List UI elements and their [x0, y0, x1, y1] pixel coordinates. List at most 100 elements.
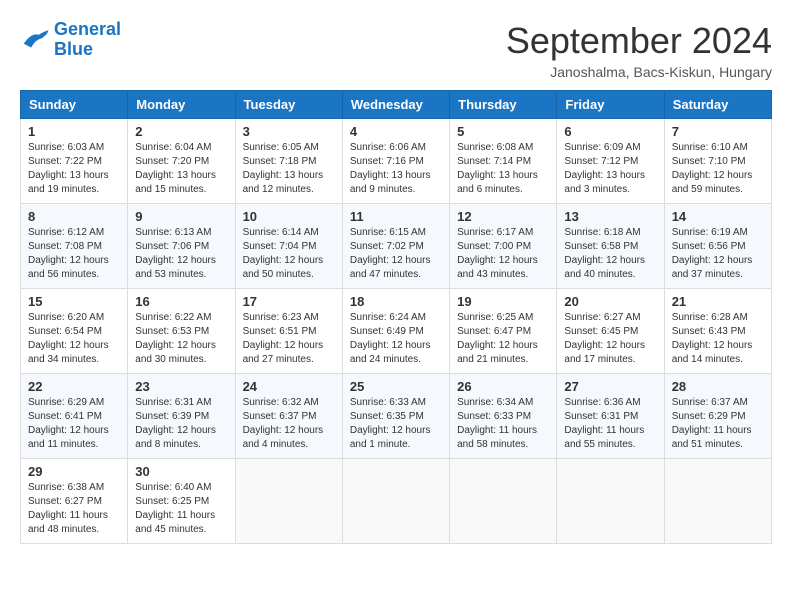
weekday-header-row: SundayMondayTuesdayWednesdayThursdayFrid… [21, 91, 772, 119]
day-info: Sunrise: 6:12 AM Sunset: 7:08 PM Dayligh… [28, 226, 120, 282]
week-row-1: 1 Sunrise: 6:03 AM Sunset: 7:22 PM Daylig… [21, 119, 772, 204]
weekday-header-friday: Friday [557, 91, 664, 119]
month-title: September 2024 [506, 20, 772, 62]
day-cell-1: 1 Sunrise: 6:03 AM Sunset: 7:22 PM Daylig… [21, 119, 128, 204]
day-cell-28: 28Sunrise: 6:37 AM Sunset: 6:29 PM Dayli… [664, 374, 771, 459]
day-number: 14 [672, 209, 764, 224]
day-number: 23 [135, 379, 227, 394]
day-info: Sunrise: 6:27 AM Sunset: 6:45 PM Dayligh… [564, 311, 656, 367]
day-info: Sunrise: 6:19 AM Sunset: 6:56 PM Dayligh… [672, 226, 764, 282]
empty-cell [557, 459, 664, 544]
weekday-header-tuesday: Tuesday [235, 91, 342, 119]
day-cell-3: 3 Sunrise: 6:05 AM Sunset: 7:18 PM Daylig… [235, 119, 342, 204]
day-info: Sunrise: 6:05 AM Sunset: 7:18 PM Dayligh… [243, 141, 335, 197]
day-info: Sunrise: 6:10 AM Sunset: 7:10 PM Dayligh… [672, 141, 764, 197]
day-info: Sunrise: 6:28 AM Sunset: 6:43 PM Dayligh… [672, 311, 764, 367]
day-cell-30: 30 Sunrise: 6:40 AM Sunset: 6:25 PM Dayli… [128, 459, 235, 544]
weekday-header-wednesday: Wednesday [342, 91, 449, 119]
day-info: Sunrise: 6:06 AM Sunset: 7:16 PM Dayligh… [350, 141, 442, 197]
day-cell-7: 7 Sunrise: 6:10 AM Sunset: 7:10 PM Daylig… [664, 119, 771, 204]
title-block: September 2024 Janoshalma, Bacs-Kiskun, … [506, 20, 772, 80]
day-number: 22 [28, 379, 120, 394]
weekday-header-thursday: Thursday [450, 91, 557, 119]
day-info: Sunrise: 6:31 AM Sunset: 6:39 PM Dayligh… [135, 396, 227, 452]
day-number: 2 [135, 124, 227, 139]
day-cell-16: 16 Sunrise: 6:22 AM Sunset: 6:53 PM Dayli… [128, 289, 235, 374]
logo: General Blue [20, 20, 121, 60]
day-number: 24 [243, 379, 335, 394]
day-cell-20: 20 Sunrise: 6:27 AM Sunset: 6:45 PM Dayli… [557, 289, 664, 374]
calendar-table: SundayMondayTuesdayWednesdayThursdayFrid… [20, 90, 772, 544]
day-cell-12: 12Sunrise: 6:17 AM Sunset: 7:00 PM Dayli… [450, 204, 557, 289]
day-number: 1 [28, 124, 120, 139]
day-cell-18: 18 Sunrise: 6:24 AM Sunset: 6:49 PM Dayli… [342, 289, 449, 374]
day-number: 12 [457, 209, 549, 224]
day-cell-15: 15 Sunrise: 6:20 AM Sunset: 6:54 PM Dayli… [21, 289, 128, 374]
day-info: Sunrise: 6:13 AM Sunset: 7:06 PM Dayligh… [135, 226, 227, 282]
week-row-3: 15 Sunrise: 6:20 AM Sunset: 6:54 PM Dayli… [21, 289, 772, 374]
day-number: 20 [564, 294, 656, 309]
day-info: Sunrise: 6:20 AM Sunset: 6:54 PM Dayligh… [28, 311, 120, 367]
day-info: Sunrise: 6:29 AM Sunset: 6:41 PM Dayligh… [28, 396, 120, 452]
day-number: 17 [243, 294, 335, 309]
day-cell-21: 21 Sunrise: 6:28 AM Sunset: 6:43 PM Dayli… [664, 289, 771, 374]
day-number: 26 [457, 379, 549, 394]
day-info: Sunrise: 6:09 AM Sunset: 7:12 PM Dayligh… [564, 141, 656, 197]
day-number: 5 [457, 124, 549, 139]
day-info: Sunrise: 6:36 AM Sunset: 6:31 PM Dayligh… [564, 396, 656, 452]
day-info: Sunrise: 6:24 AM Sunset: 6:49 PM Dayligh… [350, 311, 442, 367]
day-number: 25 [350, 379, 442, 394]
day-number: 9 [135, 209, 227, 224]
day-number: 7 [672, 124, 764, 139]
day-info: Sunrise: 6:32 AM Sunset: 6:37 PM Dayligh… [243, 396, 335, 452]
location: Janoshalma, Bacs-Kiskun, Hungary [506, 64, 772, 80]
day-cell-11: 11 Sunrise: 6:15 AM Sunset: 7:02 PM Dayli… [342, 204, 449, 289]
day-number: 3 [243, 124, 335, 139]
day-number: 11 [350, 209, 442, 224]
day-cell-26: 26 Sunrise: 6:34 AM Sunset: 6:33 PM Dayli… [450, 374, 557, 459]
day-number: 28 [672, 379, 764, 394]
empty-cell [235, 459, 342, 544]
page-header: General Blue September 2024 Janoshalma, … [20, 20, 772, 80]
day-info: Sunrise: 6:04 AM Sunset: 7:20 PM Dayligh… [135, 141, 227, 197]
weekday-header-monday: Monday [128, 91, 235, 119]
day-info: Sunrise: 6:25 AM Sunset: 6:47 PM Dayligh… [457, 311, 549, 367]
day-number: 18 [350, 294, 442, 309]
day-info: Sunrise: 6:03 AM Sunset: 7:22 PM Dayligh… [28, 141, 120, 197]
day-number: 27 [564, 379, 656, 394]
day-info: Sunrise: 6:34 AM Sunset: 6:33 PM Dayligh… [457, 396, 549, 452]
day-cell-17: 17 Sunrise: 6:23 AM Sunset: 6:51 PM Dayli… [235, 289, 342, 374]
day-number: 16 [135, 294, 227, 309]
day-cell-14: 14 Sunrise: 6:19 AM Sunset: 6:56 PM Dayli… [664, 204, 771, 289]
day-cell-5: 5Sunrise: 6:08 AM Sunset: 7:14 PM Daylig… [450, 119, 557, 204]
day-number: 19 [457, 294, 549, 309]
day-cell-25: 25Sunrise: 6:33 AM Sunset: 6:35 PM Dayli… [342, 374, 449, 459]
day-info: Sunrise: 6:18 AM Sunset: 6:58 PM Dayligh… [564, 226, 656, 282]
weekday-header-saturday: Saturday [664, 91, 771, 119]
day-info: Sunrise: 6:14 AM Sunset: 7:04 PM Dayligh… [243, 226, 335, 282]
day-number: 10 [243, 209, 335, 224]
day-cell-4: 4Sunrise: 6:06 AM Sunset: 7:16 PM Daylig… [342, 119, 449, 204]
week-row-2: 8 Sunrise: 6:12 AM Sunset: 7:08 PM Daylig… [21, 204, 772, 289]
day-number: 30 [135, 464, 227, 479]
empty-cell [450, 459, 557, 544]
day-cell-6: 6 Sunrise: 6:09 AM Sunset: 7:12 PM Daylig… [557, 119, 664, 204]
day-cell-10: 10 Sunrise: 6:14 AM Sunset: 7:04 PM Dayli… [235, 204, 342, 289]
day-cell-19: 19 Sunrise: 6:25 AM Sunset: 6:47 PM Dayli… [450, 289, 557, 374]
empty-cell [342, 459, 449, 544]
weekday-header-sunday: Sunday [21, 91, 128, 119]
day-number: 21 [672, 294, 764, 309]
day-info: Sunrise: 6:40 AM Sunset: 6:25 PM Dayligh… [135, 481, 227, 537]
day-cell-23: 23 Sunrise: 6:31 AM Sunset: 6:39 PM Dayli… [128, 374, 235, 459]
week-row-5: 29Sunrise: 6:38 AM Sunset: 6:27 PM Dayli… [21, 459, 772, 544]
day-info: Sunrise: 6:22 AM Sunset: 6:53 PM Dayligh… [135, 311, 227, 367]
day-number: 6 [564, 124, 656, 139]
day-info: Sunrise: 6:38 AM Sunset: 6:27 PM Dayligh… [28, 481, 120, 537]
day-number: 8 [28, 209, 120, 224]
empty-cell [664, 459, 771, 544]
day-info: Sunrise: 6:23 AM Sunset: 6:51 PM Dayligh… [243, 311, 335, 367]
day-cell-8: 8 Sunrise: 6:12 AM Sunset: 7:08 PM Daylig… [21, 204, 128, 289]
day-info: Sunrise: 6:15 AM Sunset: 7:02 PM Dayligh… [350, 226, 442, 282]
day-number: 15 [28, 294, 120, 309]
week-row-4: 22 Sunrise: 6:29 AM Sunset: 6:41 PM Dayli… [21, 374, 772, 459]
